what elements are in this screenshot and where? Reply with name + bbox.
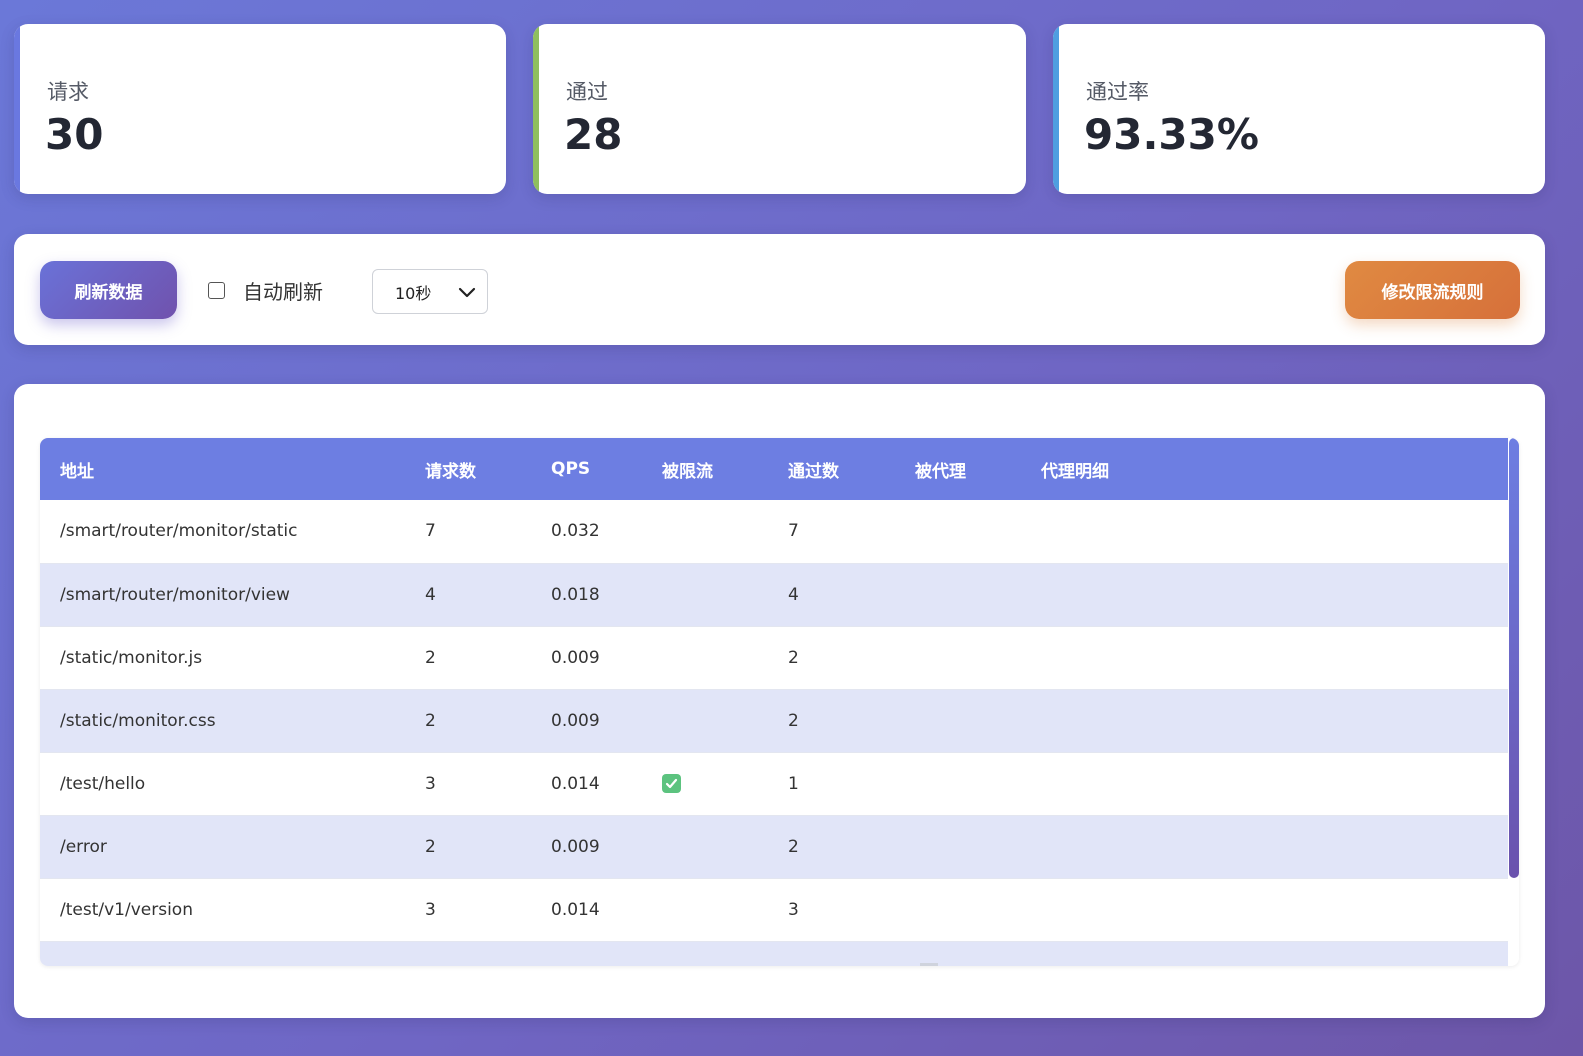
cell-qps: 0.009 <box>551 710 600 731</box>
cell-proxy-detail <box>1021 563 1508 626</box>
cell-passed: 2 <box>788 710 799 731</box>
card-accent-bar <box>1053 24 1059 194</box>
refresh-interval-value: 10秒 <box>395 283 432 303</box>
stat-card-requests: 请求 30 <box>14 24 506 194</box>
cell-throttled <box>642 815 768 878</box>
stat-value: 28 <box>564 110 623 159</box>
table-row: /error 2 0.009 2 <box>40 815 1508 878</box>
edit-rate-limit-rules-button[interactable]: 修改限流规则 <box>1345 261 1520 319</box>
cell-proxied <box>895 689 1021 752</box>
card-accent-bar <box>533 24 539 194</box>
cell-proxied <box>895 752 1021 815</box>
cell-proxied <box>895 941 1021 966</box>
cell-proxy-detail <box>1021 500 1508 563</box>
cell-requests: 2 <box>425 836 436 857</box>
auto-refresh-checkbox[interactable] <box>208 281 225 299</box>
stat-value: 93.33% <box>1084 110 1259 159</box>
cell-requests: 2 <box>425 647 436 668</box>
cell-proxied <box>895 563 1021 626</box>
cell-requests: 3 <box>425 773 436 794</box>
cell-throttled <box>642 626 768 689</box>
cell-qps: 0.018 <box>551 584 600 605</box>
cell-passed: 2 <box>788 836 799 857</box>
cell-address: /static/monitor.css <box>60 710 216 731</box>
check-square-icon <box>662 774 681 793</box>
cell-proxy-detail <box>1021 626 1508 689</box>
auto-refresh-toggle[interactable]: 自动刷新 <box>208 278 323 304</box>
cell-address: /test/v1/version <box>60 899 193 920</box>
cell-address: /error <box>60 836 107 857</box>
header-address[interactable]: 地址 <box>40 438 405 500</box>
cell-throttled <box>642 500 768 563</box>
table-row: /smart/router/monitor/static 7 0.032 7 <box>40 500 1508 563</box>
table-panel: 地址 请求数 QPS 被限流 通过数 被代理 代理明细 /smart/route… <box>14 384 1545 1018</box>
header-throttled[interactable]: 被限流 <box>642 438 768 500</box>
cell-proxied <box>895 815 1021 878</box>
table-row: /smart/router/monitor/view 4 0.018 4 <box>40 563 1508 626</box>
cell-proxied <box>895 500 1021 563</box>
header-proxied[interactable]: 被代理 <box>895 438 1021 500</box>
cell-address: /smart/router/monitor/static <box>60 521 298 542</box>
header-qps[interactable]: QPS <box>531 438 642 500</box>
cell-proxied <box>895 626 1021 689</box>
cell-qps: 0.032 <box>551 521 600 542</box>
cell-qps <box>531 941 642 966</box>
auto-refresh-label: 自动刷新 <box>243 279 323 304</box>
cell-proxy-detail <box>1021 752 1508 815</box>
cell-passed: 1 <box>788 773 799 794</box>
table-header-row: 地址 请求数 QPS 被限流 通过数 被代理 代理明细 <box>40 438 1508 500</box>
cell-passed: 3 <box>788 899 799 920</box>
cell-requests: 3 <box>425 899 436 920</box>
table-row <box>40 941 1508 966</box>
chevron-down-icon <box>458 287 476 298</box>
cell-proxy-detail <box>1021 815 1508 878</box>
card-accent-bar <box>14 24 20 194</box>
table-row: /test/v1/version 3 0.014 3 <box>40 878 1508 941</box>
refresh-data-button[interactable]: 刷新数据 <box>40 261 177 319</box>
stat-value: 30 <box>45 110 104 159</box>
vertical-scrollbar[interactable] <box>1509 438 1519 878</box>
cell-qps: 0.009 <box>551 647 600 668</box>
cell-address <box>40 941 405 966</box>
cell-passed: 4 <box>788 584 799 605</box>
cell-requests <box>405 941 531 966</box>
route-stats-table: 地址 请求数 QPS 被限流 通过数 被代理 代理明细 /smart/route… <box>40 438 1508 966</box>
cell-passed: 7 <box>788 521 799 542</box>
cell-proxied <box>895 878 1021 941</box>
cell-passed <box>768 941 895 966</box>
refresh-interval-select[interactable]: 10秒 <box>372 269 488 314</box>
cell-requests: 2 <box>425 710 436 731</box>
cell-passed: 2 <box>788 647 799 668</box>
cell-proxy-detail <box>1021 878 1508 941</box>
cell-proxy-detail <box>1021 941 1508 966</box>
stat-card-pass-rate: 通过率 93.33% <box>1053 24 1545 194</box>
cell-qps: 0.014 <box>551 773 600 794</box>
cell-requests: 7 <box>425 521 436 542</box>
cell-throttled <box>642 878 768 941</box>
cell-proxy-detail <box>1021 689 1508 752</box>
header-passed[interactable]: 通过数 <box>768 438 895 500</box>
cell-throttled <box>642 941 768 966</box>
cell-address: /smart/router/monitor/view <box>60 584 290 605</box>
cell-throttled <box>642 689 768 752</box>
table-row: /static/monitor.js 2 0.009 2 <box>40 626 1508 689</box>
cell-address: /test/hello <box>60 773 146 794</box>
cell-address: /static/monitor.js <box>60 647 203 668</box>
header-requests[interactable]: 请求数 <box>405 438 531 500</box>
control-panel: 刷新数据 自动刷新 10秒 修改限流规则 <box>14 234 1545 345</box>
cell-throttled <box>642 752 768 815</box>
table-row: /test/hello 3 0.014 1 <box>40 752 1508 815</box>
stat-card-passed: 通过 28 <box>533 24 1026 194</box>
cell-throttled <box>642 563 768 626</box>
cell-requests: 4 <box>425 584 436 605</box>
table-row: /static/monitor.css 2 0.009 2 <box>40 689 1508 752</box>
cell-qps: 0.009 <box>551 836 600 857</box>
stat-label: 通过率 <box>1086 80 1149 104</box>
header-proxy-detail[interactable]: 代理明细 <box>1021 438 1508 500</box>
cell-qps: 0.014 <box>551 899 600 920</box>
stat-label: 请求 <box>47 80 89 104</box>
stat-label: 通过 <box>566 80 608 104</box>
table-scroll-container[interactable]: 地址 请求数 QPS 被限流 通过数 被代理 代理明细 /smart/route… <box>40 438 1519 966</box>
horizontal-scrollbar[interactable] <box>920 963 938 966</box>
